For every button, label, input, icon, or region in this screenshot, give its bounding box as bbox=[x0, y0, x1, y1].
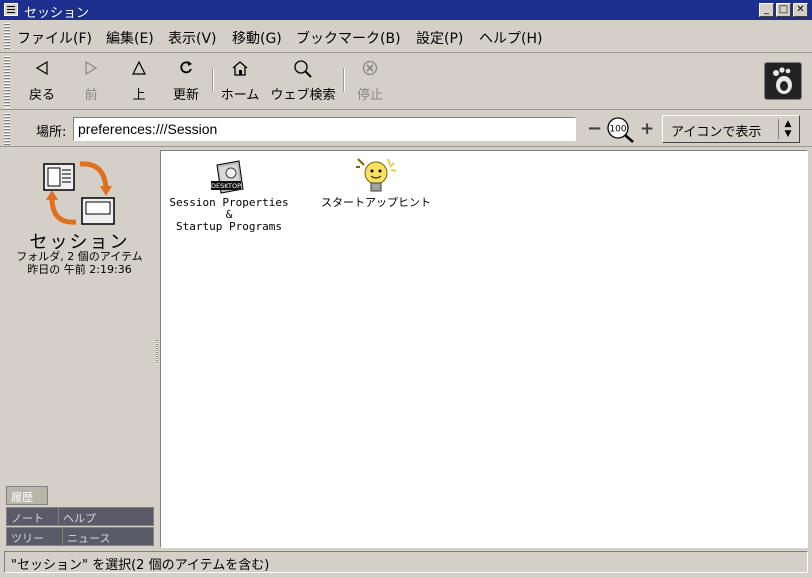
file-name: スタートアップヒント bbox=[321, 196, 431, 209]
toolbar: 戻る 前 上 更新 ホーム ウェブ検索 停止 bbox=[0, 54, 812, 110]
menu-bookmarks[interactable]: ブックマーク(B) bbox=[296, 28, 401, 48]
title-bar: セッション _ □ ✕ bbox=[0, 0, 812, 21]
menu-view[interactable]: 表示(V) bbox=[168, 28, 217, 48]
lightbulb-icon bbox=[311, 155, 441, 197]
tab-help[interactable]: ヘルプ bbox=[58, 507, 154, 526]
toolbar-handle[interactable] bbox=[4, 56, 10, 108]
menu-file[interactable]: ファイル(F) bbox=[17, 28, 92, 48]
zoom-level-value: 100 bbox=[609, 125, 626, 135]
up-arrow-icon bbox=[124, 60, 154, 80]
up-label: 上 bbox=[132, 88, 146, 103]
minimize-button[interactable]: _ bbox=[759, 3, 774, 17]
menu-edit[interactable]: 編集(E) bbox=[106, 28, 154, 48]
session-folder-icon bbox=[42, 158, 118, 228]
refresh-icon bbox=[170, 60, 202, 80]
search-icon bbox=[268, 60, 338, 80]
menubar-handle[interactable] bbox=[4, 23, 10, 50]
file-item-startup-hint[interactable]: スタートアップヒント bbox=[311, 155, 441, 209]
up-button[interactable]: 上 bbox=[124, 60, 154, 103]
menu-go[interactable]: 移動(G) bbox=[232, 28, 282, 48]
spinner-arrows-icon: ▲ ▼ bbox=[778, 119, 797, 139]
back-arrow-icon bbox=[26, 60, 58, 80]
forward-button[interactable]: 前 bbox=[76, 60, 106, 103]
stop-icon bbox=[354, 60, 386, 80]
web-search-label: ウェブ検索 bbox=[270, 88, 336, 103]
refresh-label: 更新 bbox=[172, 88, 199, 103]
zoom-in-button[interactable]: + bbox=[640, 121, 654, 138]
status-bar: "セッション" を選択(2 個のアイテムを含む) bbox=[4, 551, 808, 573]
gnome-foot-throbber-icon bbox=[764, 62, 802, 100]
window-menu-icon[interactable] bbox=[4, 3, 18, 16]
view-mode-select[interactable]: アイコンで表示 ▲ ▼ bbox=[662, 115, 800, 143]
maximize-button[interactable]: □ bbox=[776, 3, 791, 17]
location-label: 場所: bbox=[36, 125, 67, 140]
file-item-session-properties[interactable]: DESKTOP Session Properties & Startup Pro… bbox=[167, 159, 291, 233]
menu-help[interactable]: ヘルプ(H) bbox=[479, 28, 542, 48]
sidebar: セッション フォルダ, 2 個のアイテム 昨日の 午前 2:19:36 履歴 ノ… bbox=[4, 150, 155, 548]
menu-settings[interactable]: 設定(P) bbox=[416, 28, 463, 48]
web-search-button[interactable]: ウェブ検索 bbox=[268, 60, 338, 103]
forward-label: 前 bbox=[84, 88, 98, 103]
back-label: 戻る bbox=[28, 88, 55, 103]
file-name: Startup Programs bbox=[176, 220, 282, 233]
stop-button[interactable]: 停止 bbox=[354, 60, 386, 103]
sidebar-info-items: フォルダ, 2 個のアイテム bbox=[16, 250, 143, 263]
toolbar-separator bbox=[212, 68, 214, 92]
view-mode-label: アイコンで表示 bbox=[671, 125, 762, 140]
session-properties-icon: DESKTOP bbox=[167, 159, 291, 197]
refresh-button[interactable]: 更新 bbox=[170, 60, 202, 103]
forward-arrow-icon bbox=[76, 60, 106, 80]
tab-notes[interactable]: ノート bbox=[6, 507, 66, 526]
sidebar-info: フォルダ, 2 個のアイテム 昨日の 午前 2:19:36 bbox=[4, 250, 155, 276]
file-name: Session Properties & bbox=[169, 196, 289, 221]
location-input[interactable]: preferences:///Session bbox=[73, 117, 576, 141]
zoom-out-button[interactable]: − bbox=[587, 120, 602, 138]
back-button[interactable]: 戻る bbox=[26, 60, 58, 103]
window-title: セッション bbox=[24, 6, 90, 21]
menu-bar: ファイル(F) 編集(E) 表示(V) 移動(G) ブックマーク(B) 設定(P… bbox=[0, 20, 812, 53]
tab-news[interactable]: ニュース bbox=[62, 527, 154, 546]
file-view: DESKTOP Session Properties & Startup Pro… bbox=[160, 150, 808, 548]
close-button[interactable]: ✕ bbox=[793, 3, 808, 17]
stop-label: 停止 bbox=[356, 88, 383, 103]
home-label: ホーム bbox=[220, 88, 260, 103]
home-button[interactable]: ホーム bbox=[220, 60, 260, 103]
location-bar: 場所: preferences:///Session − + アイコンで表示 ▲… bbox=[0, 111, 812, 147]
tab-history[interactable]: 履歴 bbox=[6, 486, 48, 505]
locationbar-handle[interactable] bbox=[4, 113, 10, 145]
home-icon bbox=[220, 60, 260, 80]
toolbar-separator bbox=[343, 68, 345, 92]
zoom-level-control[interactable]: 100 bbox=[606, 117, 636, 147]
sidebar-info-date: 昨日の 午前 2:19:36 bbox=[27, 263, 132, 276]
tab-tree[interactable]: ツリー bbox=[6, 527, 70, 546]
desktop-badge: DESKTOP bbox=[211, 182, 241, 190]
